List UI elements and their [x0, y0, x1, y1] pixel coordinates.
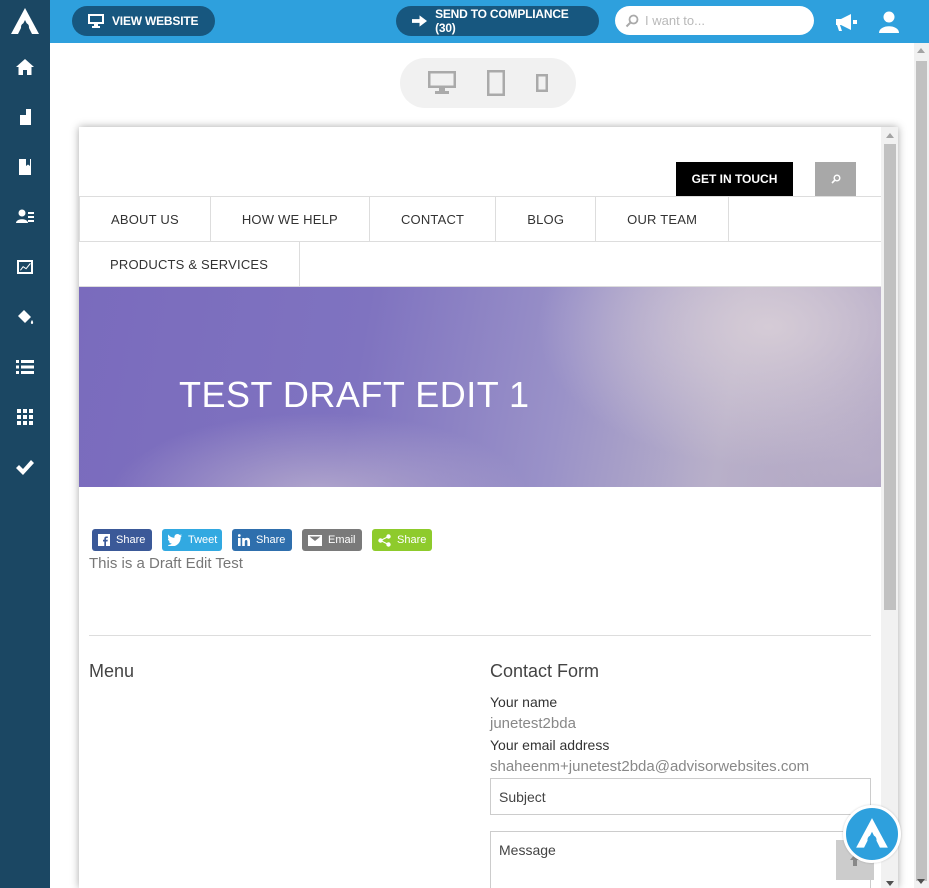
advisor-logo-icon[interactable] [10, 7, 40, 37]
nav-item-contact[interactable]: CONTACT [370, 197, 497, 241]
nav-item-about-us[interactable]: ABOUT US [79, 197, 211, 241]
sidebar-item-compliance[interactable] [0, 449, 50, 485]
page-scrollbar-thumb[interactable] [916, 61, 927, 881]
search-icon [625, 14, 639, 27]
email-label: Email [328, 534, 356, 546]
user-icon [879, 11, 899, 33]
send-to-compliance-button[interactable]: SEND TO COMPLIANCE (30) [396, 6, 599, 36]
sidebar-item-apps[interactable] [0, 399, 50, 435]
chart-icon [17, 260, 33, 274]
grid-icon [17, 409, 33, 425]
menu-title: Menu [89, 661, 135, 681]
sidebar-item-content[interactable] [0, 149, 50, 185]
frame-scroll-down-icon[interactable] [886, 881, 894, 886]
frame-scrollbar[interactable] [881, 127, 898, 888]
pages-icon [20, 109, 31, 125]
sidebar-item-analytics[interactable] [0, 249, 50, 285]
nav-item-blog[interactable]: BLOG [496, 197, 597, 241]
email-share-button[interactable]: Email [302, 529, 362, 551]
desktop-view-button[interactable] [427, 71, 456, 95]
tweet-label: Tweet [188, 534, 218, 546]
twitter-share-button[interactable]: Tweet [162, 529, 222, 551]
subject-input[interactable] [490, 778, 871, 815]
linkedin-icon [238, 534, 250, 546]
scroll-up-arrow-icon[interactable] [917, 48, 925, 53]
advisor-chat-button[interactable] [843, 805, 901, 863]
list-icon [16, 360, 34, 374]
tablet-view-button[interactable] [486, 70, 505, 96]
sidebar-item-lists[interactable] [0, 349, 50, 385]
megaphone-icon [836, 14, 857, 31]
name-label: Your name [490, 694, 558, 710]
share-buttons: Share Tweet Share Email Share [92, 529, 432, 551]
mobile-icon [536, 74, 549, 92]
sidebar [0, 0, 50, 888]
site-nav: ABOUT US HOW WE HELP CONTACT BLOG OUR TE… [79, 196, 881, 287]
email-label: Your email address [490, 737, 610, 753]
monitor-icon [88, 14, 104, 28]
book-icon [19, 159, 31, 175]
generic-share-label: Share [397, 534, 427, 546]
view-website-label: VIEW WEBSITE [112, 14, 199, 28]
advisor-logo-icon [856, 818, 888, 848]
divider [89, 635, 871, 636]
generic-share-button[interactable]: Share [372, 529, 432, 551]
site-nav-row: ABOUT US HOW WE HELP CONTACT BLOG OUR TE… [79, 196, 881, 242]
nav-item-products-services[interactable]: PRODUCTS & SERVICES [79, 242, 301, 286]
desktop-icon [427, 71, 456, 94]
scroll-down-arrow-icon[interactable] [917, 879, 925, 884]
website-preview-frame: GET IN TOUCH ABOUT US HOW WE HELP CONTAC… [79, 127, 898, 888]
share-icon [378, 533, 391, 547]
mobile-view-button[interactable] [536, 74, 549, 92]
get-in-touch-button[interactable]: GET IN TOUCH [676, 162, 793, 196]
paint-bucket-icon [18, 310, 34, 324]
nav-item-our-team[interactable]: OUR TEAM [596, 197, 730, 241]
facebook-icon [98, 534, 110, 546]
facebook-share-button[interactable]: Share [92, 529, 152, 551]
tablet-icon [486, 70, 505, 96]
page-scrollbar[interactable] [914, 43, 929, 888]
message-input[interactable] [490, 831, 871, 888]
checkmark-icon [16, 460, 34, 475]
sidebar-item-pages[interactable] [0, 99, 50, 135]
site-search-button[interactable] [815, 162, 856, 196]
sidebar-item-home[interactable] [0, 49, 50, 85]
email-value: shaheenm+junetest2bda@advisorwebsites.co… [490, 758, 810, 775]
contact-form-title: Contact Form [490, 661, 600, 681]
search-icon [830, 174, 840, 184]
view-website-button[interactable]: VIEW WEBSITE [72, 6, 215, 36]
nav-item-how-we-help[interactable]: HOW WE HELP [211, 197, 370, 241]
search-input[interactable] [645, 13, 805, 28]
linkedin-share-button[interactable]: Share [232, 529, 292, 551]
linkedin-share-label: Share [256, 534, 286, 546]
sidebar-item-contacts[interactable] [0, 199, 50, 235]
site-nav-row: PRODUCTS & SERVICES [79, 242, 881, 287]
hero-title: TEST DRAFT EDIT 1 [179, 374, 530, 415]
email-icon [308, 534, 322, 546]
send-to-compliance-label: SEND TO COMPLIANCE (30) [435, 7, 569, 35]
search-box [615, 6, 814, 35]
sidebar-item-design[interactable] [0, 299, 50, 335]
share-label: Share [116, 534, 146, 546]
user-account-button[interactable] [876, 9, 902, 35]
top-bar: VIEW WEBSITE SEND TO COMPLIANCE (30) [50, 0, 929, 43]
hero-banner: TEST DRAFT EDIT 1 [79, 287, 881, 487]
name-value: junetest2bda [490, 715, 576, 732]
arrow-right-icon [412, 15, 428, 27]
announcements-button[interactable] [833, 9, 859, 35]
frame-scrollbar-thumb[interactable] [884, 144, 896, 610]
body-text: This is a Draft Edit Test [89, 555, 243, 572]
home-icon [16, 59, 34, 75]
twitter-icon [168, 534, 182, 546]
device-toggle [400, 58, 576, 108]
frame-scroll-up-icon[interactable] [886, 133, 894, 138]
contacts-icon [16, 209, 34, 223]
